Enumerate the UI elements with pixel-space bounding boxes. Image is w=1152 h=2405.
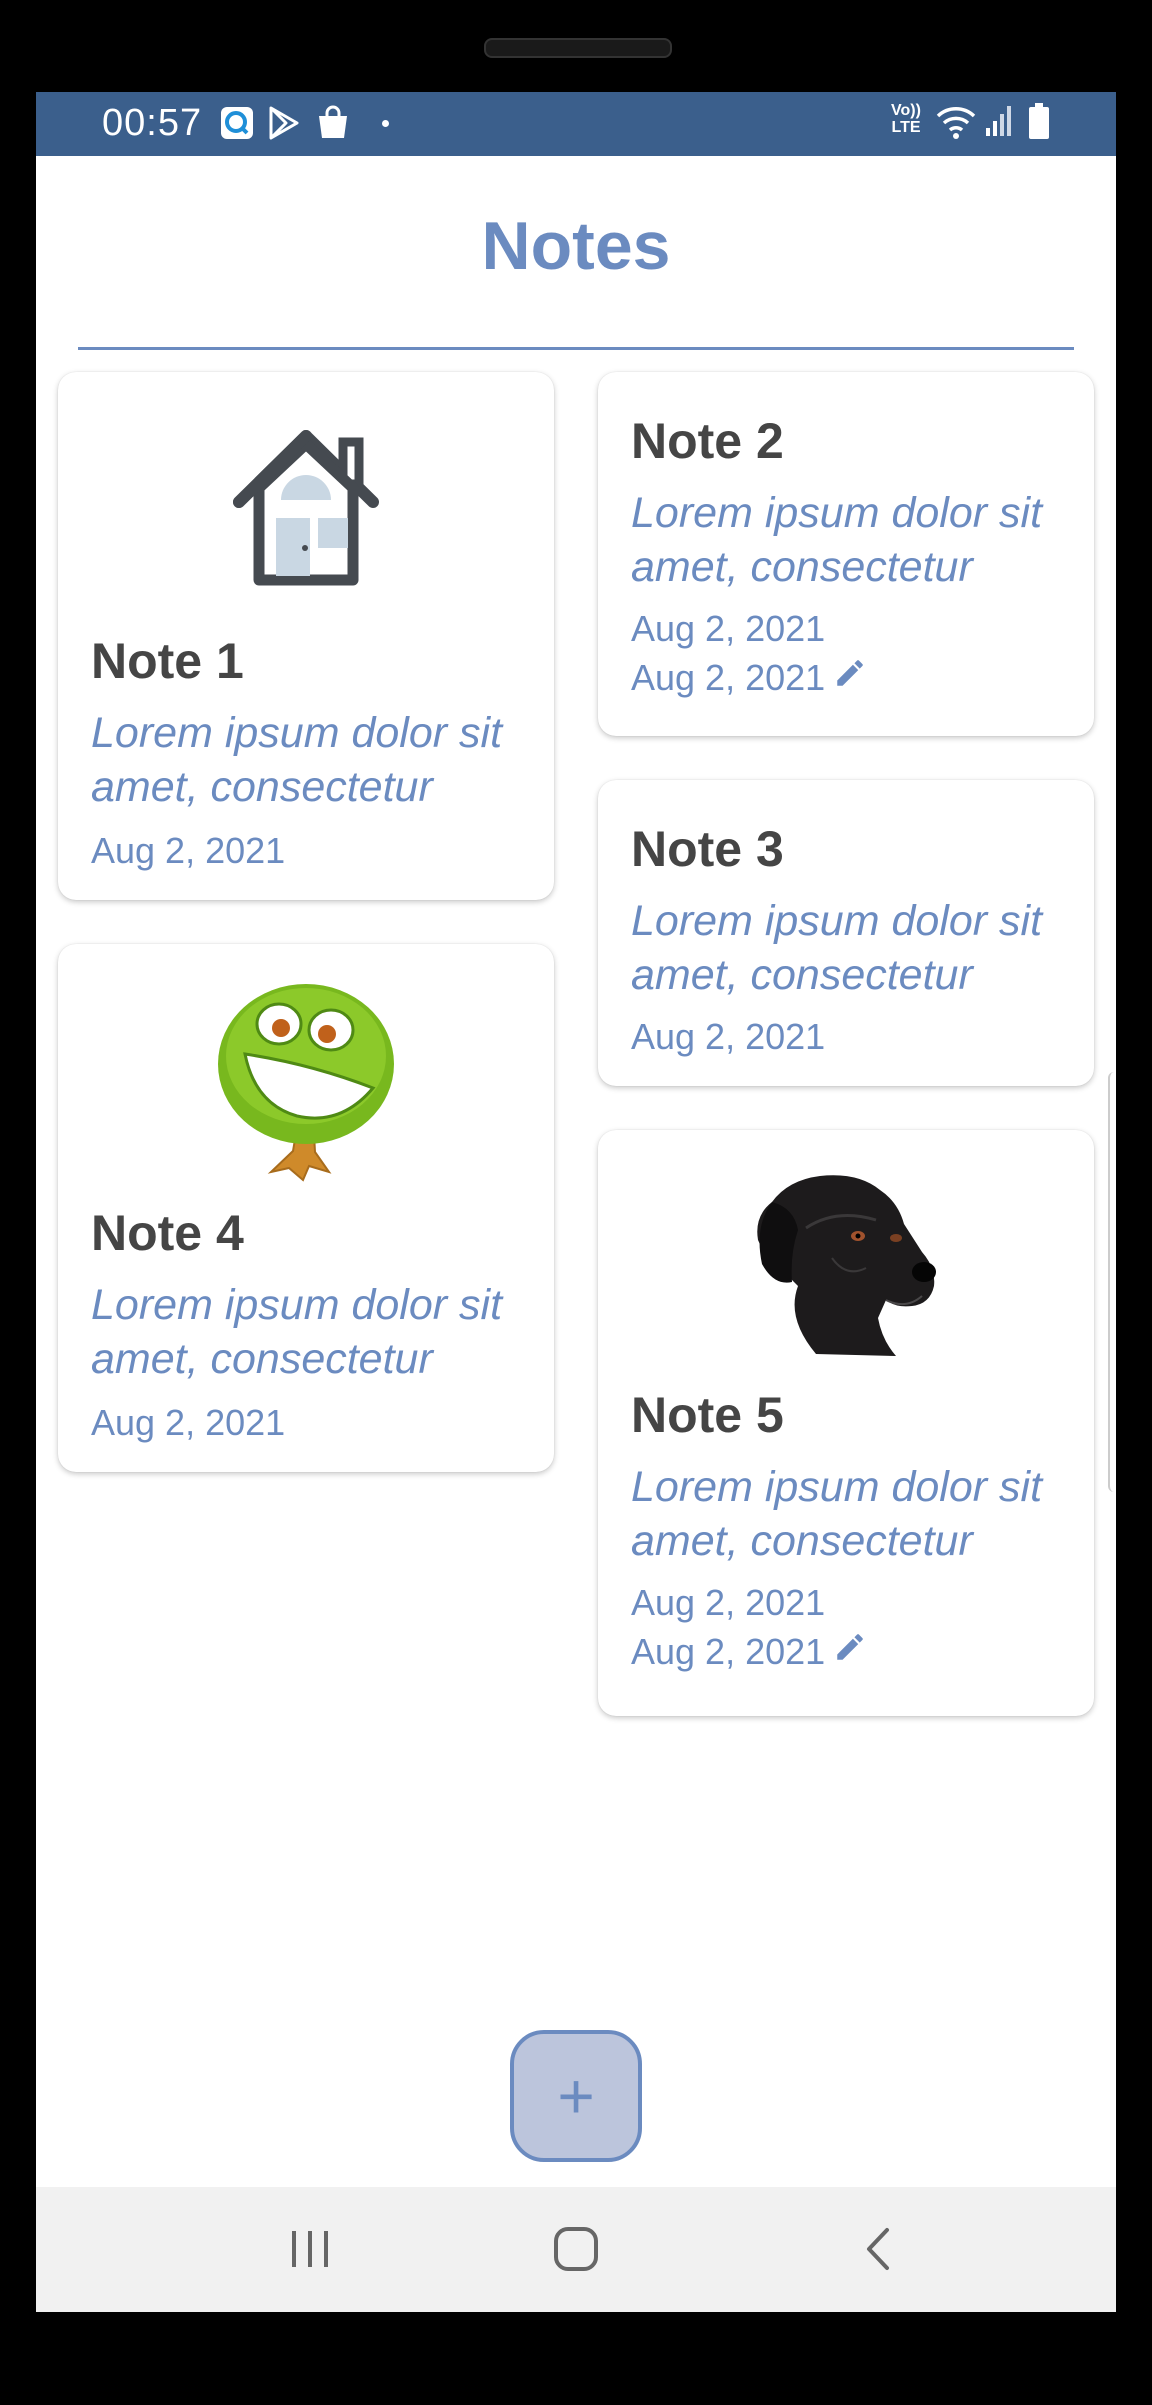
note-created-date: Aug 2, 2021 bbox=[631, 1016, 826, 1057]
note-title: Note 4 bbox=[91, 1205, 244, 1261]
plus-icon: + bbox=[557, 2060, 595, 2132]
smiling-tree-icon bbox=[58, 976, 554, 1182]
play-store-icon bbox=[268, 106, 300, 145]
note-body: Lorem ipsum dolor sit amet, consectetur bbox=[631, 897, 1043, 999]
phone-frame: 00:57 Vo)) LTE Notes Note 1 Lorem ipsum … bbox=[0, 0, 1152, 2405]
black-dog-icon bbox=[598, 1168, 1094, 1356]
note-edited-date: Aug 2, 2021 bbox=[631, 1630, 867, 1673]
note-card-1[interactable]: Note 1 Lorem ipsum dolor sit amet, conse… bbox=[58, 372, 554, 900]
note-body: Lorem ipsum dolor sit amet, consectetur bbox=[631, 489, 1043, 591]
shopping-bag-icon bbox=[316, 104, 350, 145]
note-card-4[interactable]: Note 4 Lorem ipsum dolor sit amet, conse… bbox=[58, 944, 554, 1472]
note-title: Note 3 bbox=[631, 821, 784, 877]
recent-apps-icon[interactable] bbox=[270, 2217, 350, 2281]
note-card-2[interactable]: Note 2 Lorem ipsum dolor sit amet, conse… bbox=[598, 372, 1094, 736]
dot-icon bbox=[382, 120, 389, 127]
note-edited-text: Aug 2, 2021 bbox=[631, 1630, 826, 1672]
earpiece-speaker bbox=[484, 38, 672, 58]
signal-icon bbox=[984, 104, 1014, 143]
home-icon[interactable] bbox=[536, 2217, 616, 2281]
note-created-date: Aug 2, 2021 bbox=[91, 830, 286, 871]
app-q-icon bbox=[220, 106, 254, 145]
note-edited-date: Aug 2, 2021 bbox=[631, 656, 867, 699]
volte-icon: Vo)) LTE bbox=[891, 102, 921, 136]
note-created-date: Aug 2, 2021 bbox=[631, 1582, 826, 1623]
navigation-bar bbox=[36, 2187, 1116, 2312]
status-time: 00:57 bbox=[102, 102, 203, 144]
back-icon[interactable] bbox=[838, 2217, 918, 2281]
note-title: Note 1 bbox=[91, 633, 244, 689]
note-edited-text: Aug 2, 2021 bbox=[631, 656, 826, 698]
note-body: Lorem ipsum dolor sit amet, consectetur bbox=[91, 709, 503, 811]
pencil-icon bbox=[833, 1630, 867, 1673]
note-card-3[interactable]: Note 3 Lorem ipsum dolor sit amet, conse… bbox=[598, 780, 1094, 1086]
note-created-date: Aug 2, 2021 bbox=[91, 1402, 286, 1443]
note-created-date: Aug 2, 2021 bbox=[631, 608, 826, 649]
pencil-icon bbox=[833, 656, 867, 699]
scroll-indicator[interactable] bbox=[1108, 1072, 1116, 1492]
battery-icon bbox=[1028, 102, 1050, 145]
add-note-button[interactable]: + bbox=[510, 2030, 642, 2162]
note-title: Note 2 bbox=[631, 413, 784, 469]
house-icon bbox=[58, 422, 554, 598]
status-bar: 00:57 Vo)) LTE bbox=[36, 92, 1116, 156]
page-title: Notes bbox=[481, 208, 671, 284]
note-body: Lorem ipsum dolor sit amet, consectetur bbox=[631, 1463, 1043, 1565]
wifi-icon bbox=[936, 104, 976, 145]
title-divider bbox=[78, 347, 1074, 350]
note-title: Note 5 bbox=[631, 1387, 784, 1443]
screen: 00:57 Vo)) LTE Notes Note 1 Lorem ipsum … bbox=[36, 92, 1116, 2312]
note-body: Lorem ipsum dolor sit amet, consectetur bbox=[91, 1281, 503, 1383]
note-card-5[interactable]: Note 5 Lorem ipsum dolor sit amet, conse… bbox=[598, 1130, 1094, 1716]
